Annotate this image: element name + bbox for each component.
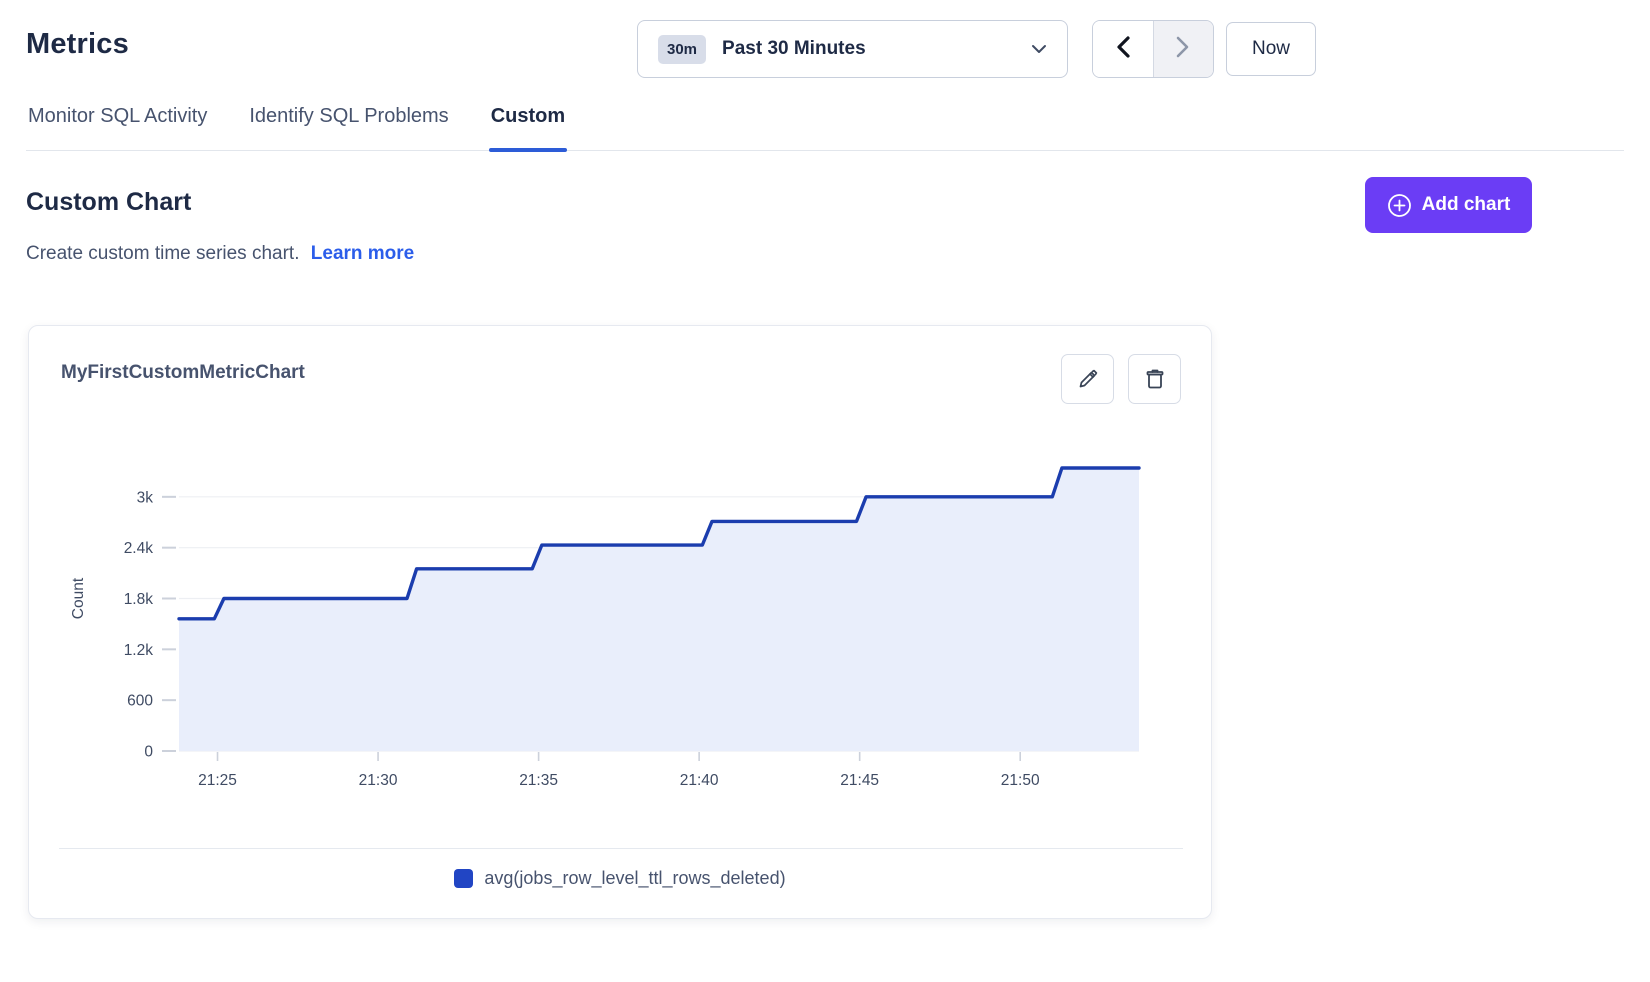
add-chart-button[interactable]: Add chart: [1365, 177, 1532, 233]
svg-text:21:50: 21:50: [1001, 772, 1040, 789]
svg-text:21:40: 21:40: [680, 772, 719, 789]
svg-text:Count: Count: [70, 577, 87, 619]
delete-chart-button[interactable]: [1128, 354, 1181, 404]
now-button[interactable]: Now: [1226, 22, 1316, 76]
chart-actions: [1061, 354, 1181, 404]
svg-text:21:30: 21:30: [359, 772, 398, 789]
chevron-left-icon: [1115, 35, 1131, 64]
svg-text:1.8k: 1.8k: [124, 591, 154, 608]
time-range-label: Past 30 Minutes: [722, 38, 866, 60]
pencil-icon: [1077, 368, 1099, 390]
tab-monitor-sql-activity[interactable]: Monitor SQL Activity: [26, 103, 209, 150]
custom-chart-svg: 0 600 1.2k 1.8k 2.4k 3k 21:25 21:30 21:35 21:40 21…: [59, 418, 1179, 790]
svg-text:600: 600: [127, 693, 153, 710]
svg-text:1.2k: 1.2k: [124, 642, 154, 659]
tab-custom[interactable]: Custom: [489, 103, 567, 150]
chart-title: MyFirstCustomMetricChart: [61, 362, 305, 384]
metrics-page: Metrics 30m Past 30 Minutes Now Monitor …: [0, 0, 1650, 982]
prev-time-button[interactable]: [1093, 21, 1154, 77]
chevron-down-icon: [1031, 44, 1047, 54]
custom-chart-area[interactable]: 0 600 1.2k 1.8k 2.4k 3k 21:25 21:30 21:35 21:40 21…: [59, 418, 1179, 790]
trash-icon: [1144, 368, 1166, 390]
tab-identify-sql-problems[interactable]: Identify SQL Problems: [247, 103, 450, 150]
add-chart-label: Add chart: [1422, 194, 1511, 216]
svg-text:21:25: 21:25: [198, 772, 237, 789]
next-time-button-disabled[interactable]: [1154, 21, 1214, 77]
svg-text:21:35: 21:35: [519, 772, 558, 789]
metrics-tabbar: Monitor SQL Activity Identify SQL Proble…: [26, 103, 1624, 151]
learn-more-link[interactable]: Learn more: [311, 243, 414, 264]
time-range-badge: 30m: [658, 35, 706, 64]
series-swatch-icon: [454, 869, 473, 888]
section-description-text: Create custom time series chart.: [26, 243, 299, 264]
plus-circle-icon: [1387, 193, 1412, 218]
time-range-dropdown[interactable]: 30m Past 30 Minutes: [637, 20, 1068, 78]
svg-text:21:45: 21:45: [840, 772, 879, 789]
section-title: Custom Chart: [26, 188, 191, 217]
custom-chart-card: MyFirstCustomMetricChart: [28, 325, 1212, 919]
svg-text:0: 0: [144, 744, 153, 761]
legend-item[interactable]: avg(jobs_row_level_ttl_rows_deleted): [29, 868, 1211, 889]
legend-divider: [59, 848, 1183, 849]
series-label: avg(jobs_row_level_ttl_rows_deleted): [484, 868, 785, 889]
svg-text:2.4k: 2.4k: [124, 540, 154, 557]
time-nav-group: [1092, 20, 1214, 78]
section-description: Create custom time series chart. Learn m…: [26, 243, 414, 265]
chevron-right-icon: [1175, 35, 1191, 64]
page-title: Metrics: [26, 28, 129, 61]
edit-chart-button[interactable]: [1061, 354, 1114, 404]
svg-text:3k: 3k: [137, 489, 154, 506]
